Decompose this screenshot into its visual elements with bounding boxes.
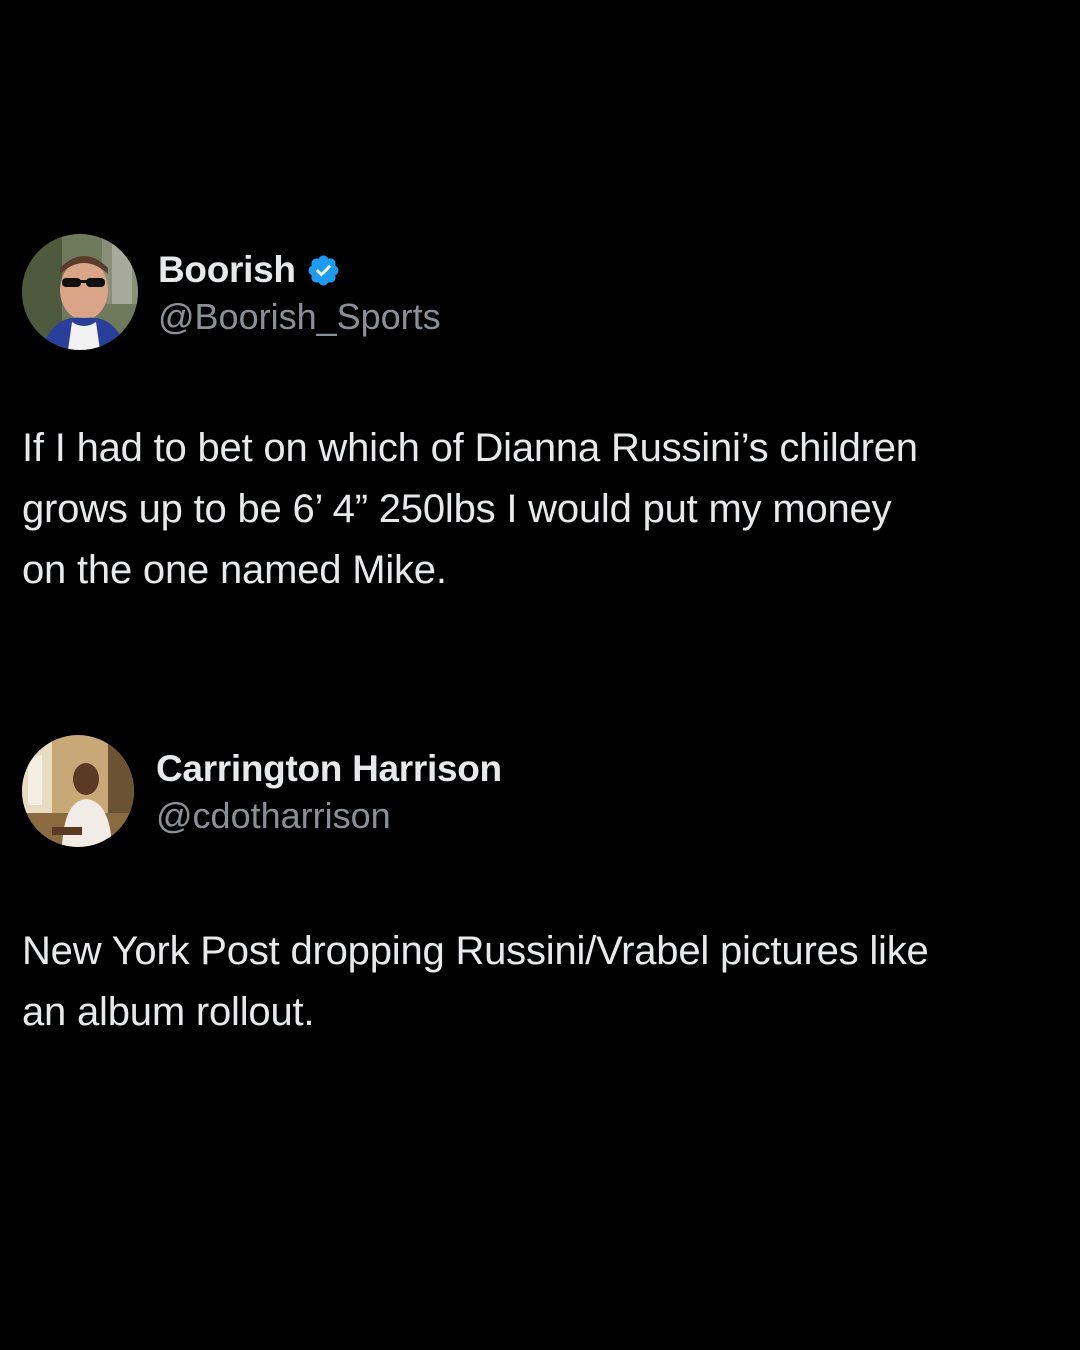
avatar-photo-icon (22, 234, 138, 350)
avatar[interactable] (22, 234, 138, 350)
name-row: Boorish (158, 246, 441, 294)
tweet-card-1[interactable]: Boorish @Boorish_Sports If I had to bet … (22, 234, 1058, 601)
tweet-header: Boorish @Boorish_Sports (22, 234, 1058, 350)
user-handle[interactable]: @Boorish_Sports (158, 296, 441, 338)
tweet-card-2[interactable]: Carrington Harrison @cdotharrison New Yo… (22, 733, 1058, 1043)
display-name[interactable]: Carrington Harrison (156, 748, 502, 790)
user-identity: Boorish @Boorish_Sports (158, 246, 441, 338)
display-name[interactable]: Boorish (158, 249, 296, 291)
tweet-text: If I had to bet on which of Dianna Russi… (22, 426, 918, 592)
name-row: Carrington Harrison (156, 745, 502, 793)
avatar[interactable] (22, 735, 134, 847)
verified-badge-icon (306, 253, 341, 288)
user-handle[interactable]: @cdotharrison (156, 795, 502, 837)
user-identity: Carrington Harrison @cdotharrison (156, 745, 502, 837)
tweet-header: Carrington Harrison @cdotharrison (22, 733, 1058, 849)
avatar-photo-icon (22, 735, 134, 847)
tweet-text: New York Post dropping Russini/Vrabel pi… (22, 929, 929, 1034)
